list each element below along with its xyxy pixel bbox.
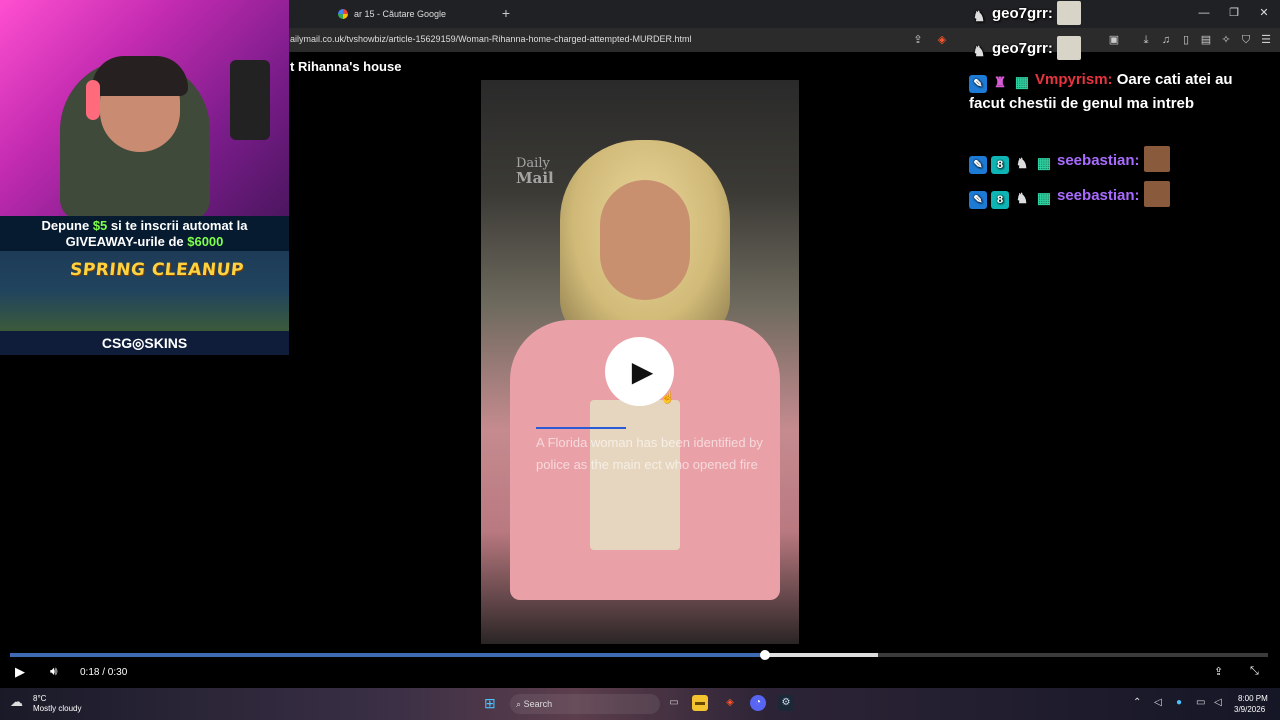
gift-badge-icon: ▦ — [1036, 155, 1052, 172]
giveaway-prize-amount: $6000 — [187, 234, 224, 249]
chat-line: ✎ ♜ ▦ Vmpyrism: Oare cati atei au facut che… — [969, 69, 1259, 115]
new-tab-button[interactable]: + — [498, 4, 514, 22]
watermark-line2: Mail — [516, 169, 554, 187]
wallet-icon[interactable]: ▤ — [1198, 32, 1214, 48]
progress-played — [10, 653, 765, 657]
brave-browser-icon[interactable]: ◈ — [722, 695, 738, 711]
time-display: 0:18 / 0:30 — [80, 667, 128, 678]
play-icon[interactable]: ▶ — [15, 664, 31, 680]
windows-start-icon[interactable]: ⊞ — [484, 695, 500, 711]
steam-icon[interactable]: ⚙ — [778, 695, 794, 711]
browser-tab[interactable]: ar 15 - Căutare Google — [328, 3, 456, 25]
close-window-button[interactable]: ✕ — [1252, 4, 1276, 22]
microphone-tray-icon[interactable]: ● — [1176, 697, 1182, 708]
video-subject-face — [600, 180, 690, 300]
cat-badge-icon: ♞ — [972, 8, 986, 24]
file-explorer-icon[interactable]: ▬ — [692, 695, 708, 711]
chat-line: ✎ 8 ♞ ▦ seebastian: — [969, 181, 1170, 209]
giveaway-line2: GIVEAWAY-urile de $6000 — [0, 234, 289, 249]
sidebar-icon[interactable]: ▯ — [1178, 32, 1194, 48]
search-icon: ⌕ — [516, 699, 522, 709]
vpn-icon[interactable]: ⛉ — [1238, 32, 1254, 48]
taskbar-search[interactable]: ⌕ Search — [510, 694, 660, 714]
speaker-icon[interactable]: ◁ — [1154, 697, 1162, 708]
cat-badge-icon: ♞ — [1015, 190, 1029, 206]
volume-tray-icon[interactable]: ◁ — [1214, 697, 1222, 708]
giveaway-text-c: GIVEAWAY-urile de — [65, 234, 188, 249]
tab-title: ar 15 - Căutare Google — [354, 9, 447, 19]
weather-temperature[interactable]: 8°C — [33, 694, 46, 703]
dailymail-watermark: Daily Mail — [516, 157, 554, 187]
gift-badge-icon: ▦ — [1014, 74, 1030, 91]
giveaway-deposit-amount: $5 — [92, 218, 108, 233]
brave-shields-icon[interactable]: ◈ — [934, 32, 950, 48]
search-label: Search — [523, 699, 553, 709]
play-icon: ▶ — [631, 356, 654, 387]
display-icon[interactable]: ▭ — [1196, 697, 1205, 708]
giveaway-text-a: Depune — [41, 218, 93, 233]
mouse-cursor-icon: ☝ — [660, 390, 675, 404]
cat-badge-icon: ♞ — [972, 43, 986, 59]
menu-icon[interactable]: ☰ — [1258, 32, 1274, 48]
google-icon — [338, 9, 348, 19]
microphone — [230, 60, 270, 140]
task-view-icon[interactable]: ▭ — [666, 695, 682, 711]
weather-description[interactable]: Mostly cloudy — [33, 704, 81, 713]
discord-icon[interactable]: ◔ — [750, 695, 766, 711]
share-icon[interactable]: ⇪ — [1214, 665, 1223, 678]
emote-icon — [1056, 1, 1081, 25]
media-icon[interactable]: ♫ — [1158, 32, 1174, 48]
maximize-button[interactable]: ❐ — [1222, 4, 1246, 22]
chat-username: seebastian: — [1057, 187, 1140, 204]
chat-username: seebastian: — [1057, 152, 1140, 169]
ghost-badge-icon: ♜ — [993, 74, 1007, 90]
chat-username: Vmpyrism: — [1035, 71, 1113, 88]
player-controls — [0, 660, 1280, 688]
emote-icon — [1056, 36, 1081, 60]
giveaway-line1: Depune $5 si te inscrii automat la — [0, 218, 289, 233]
moderator-badge-icon: ✎ — [969, 191, 987, 209]
sponsor-logo: CSG◎SKINS — [101, 335, 188, 351]
leo-ai-icon[interactable]: ✧ — [1218, 32, 1234, 48]
chat-line: ♞ geo7grr: — [970, 36, 1081, 60]
moderator-badge-icon: ✎ — [969, 75, 987, 93]
chat-line: ✎ 8 ♞ ▦ seebastian: — [969, 146, 1170, 174]
progress-scrubber[interactable] — [759, 650, 770, 660]
moderator-badge-icon: ✎ — [969, 156, 987, 174]
clock-date[interactable]: 3/9/2026 — [1234, 705, 1265, 714]
sub-badge-icon: 8 — [991, 156, 1009, 174]
caption-accent-line — [536, 427, 626, 429]
extension-icon[interactable]: ▣ — [1106, 32, 1122, 48]
promo-title: SPRING CLEANUP — [68, 260, 245, 280]
streamer-cap — [92, 56, 188, 96]
download-icon[interactable]: ⤓ — [1138, 32, 1154, 48]
sub-badge-icon: 8 — [991, 191, 1009, 209]
volume-icon[interactable]: 🔊︎ — [50, 664, 68, 680]
gift-badge-icon: ▦ — [1036, 190, 1052, 207]
headset — [86, 80, 100, 120]
weather-cloud-icon[interactable]: ☁ — [10, 694, 28, 710]
video-caption: A Florida woman has been identified by p… — [536, 435, 763, 472]
chat-username: geo7grr: — [992, 5, 1053, 22]
share-page-icon[interactable]: ⇪ — [910, 32, 926, 48]
minimize-button[interactable]: — — [1192, 4, 1216, 22]
url-text[interactable]: ailymail.co.uk/tvshowbiz/article-1562915… — [290, 34, 692, 44]
article-title: t Rihanna's house — [290, 59, 402, 74]
chat-line: ♞ geo7grr: — [970, 1, 1081, 25]
emote-icon — [1143, 181, 1170, 207]
exit-fullscreen-icon[interactable]: ⤡ — [1250, 665, 1259, 678]
clock-time[interactable]: 8:00 PM — [1238, 694, 1268, 703]
chat-username: geo7grr: — [992, 40, 1053, 57]
tray-chevron-up-icon[interactable]: ⌃ — [1133, 697, 1141, 708]
cat-badge-icon: ♞ — [1015, 155, 1029, 171]
emote-icon — [1143, 146, 1170, 172]
giveaway-text-b: si te inscrii automat la — [107, 218, 248, 233]
